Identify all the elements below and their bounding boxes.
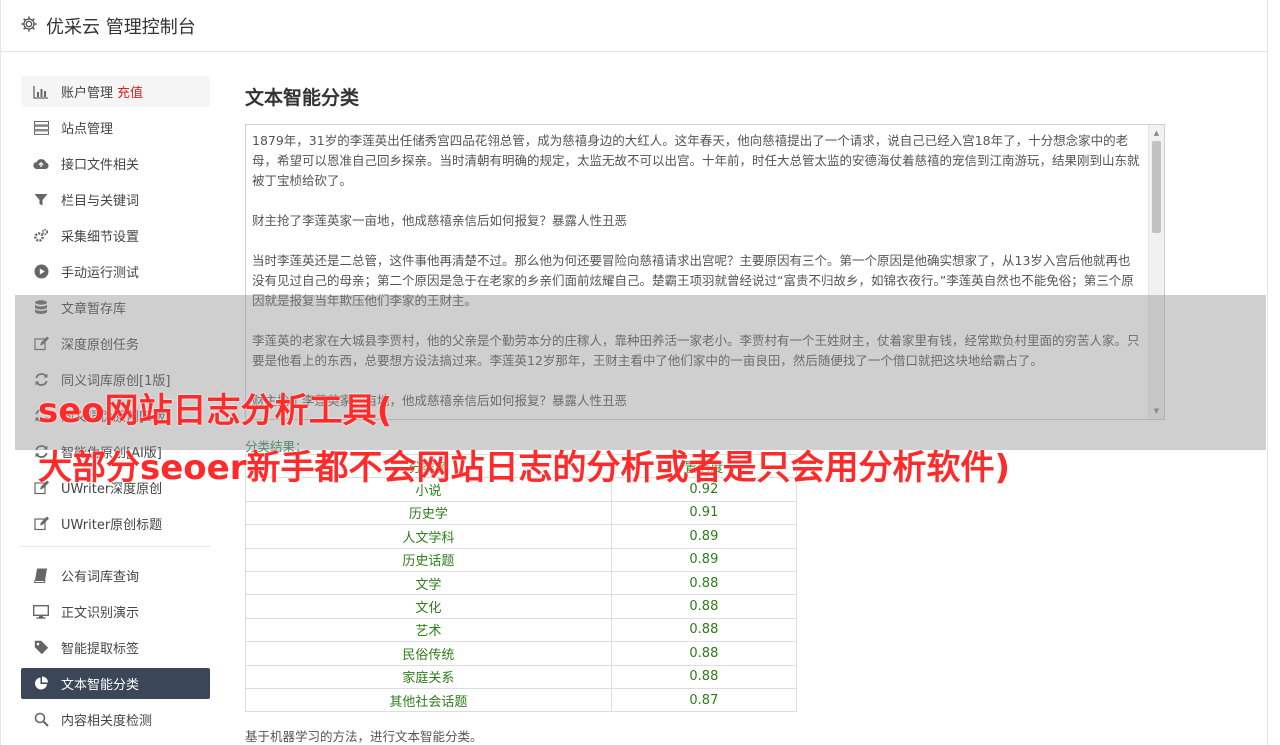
main-content: 文本智能分类 1879年，31岁的李莲英出任储秀宫四品花翎总管，成为慈禧身边的大…: [245, 84, 1165, 744]
sidebar-item-label: 文本智能分类: [61, 678, 140, 693]
sidebar-item-a-1[interactable]: 站点管理: [21, 112, 210, 143]
cloud-upload-icon: [33, 156, 49, 172]
category-cell: 人文学科: [245, 524, 612, 549]
confidence-cell: 0.88: [610, 594, 798, 619]
table-row: 家庭关系 0.88: [245, 664, 798, 689]
confidence-cell: 0.91: [610, 500, 798, 526]
category-cell: 家庭关系: [245, 664, 612, 689]
table-row: 文学 0.88: [245, 570, 798, 596]
table-row: 文化 0.88: [245, 594, 798, 619]
monitor-icon: [33, 604, 49, 620]
edit-icon: [33, 516, 49, 532]
sidebar-item-a-3[interactable]: 栏目与关键词: [21, 184, 210, 215]
app-title: 优采云 管理控制台: [46, 16, 196, 38]
confidence-cell: 0.88: [610, 664, 798, 689]
recharge-link[interactable]: 充值: [117, 82, 143, 101]
sidebar-item-b-1[interactable]: 正文识别演示: [21, 596, 210, 627]
text-paragraph: 财主抢了李莲英家一亩地，他成慈禧亲信后如何报复？暴露人性丑恶: [252, 213, 628, 228]
confidence-cell: 0.89: [610, 524, 798, 549]
table-row: 其他社会话题 0.87: [245, 687, 798, 713]
sidebar-item-a-12[interactable]: UWriter原创标题: [21, 508, 210, 539]
sidebar-item-label: 内容相关度检测: [61, 714, 153, 729]
sidebar-item-label: 账户管理: [61, 86, 114, 101]
sidebar-item-label: 接口文件相关: [61, 158, 140, 173]
search-icon: [33, 712, 49, 728]
left-border: [0, 0, 1, 745]
gears-icon: [33, 228, 49, 244]
sidebar-divider: [21, 546, 210, 547]
category-cell: 民俗传统: [245, 641, 612, 666]
sidebar-item-a-2[interactable]: 接口文件相关: [21, 148, 210, 179]
confidence-cell: 0.89: [610, 547, 798, 572]
sidebar-item-a-0[interactable]: 账户管理 充值: [21, 76, 210, 107]
scroll-up-icon[interactable]: ▲: [1149, 125, 1164, 141]
table-row: 民俗传统 0.88: [245, 641, 798, 666]
sidebar-item-label: 栏目与关键词: [61, 194, 140, 209]
table-row: 历史学 0.91: [245, 500, 798, 526]
watermark-line-1: seo网站日志分析工具(: [38, 391, 393, 431]
category-cell: 文化: [245, 594, 612, 619]
filter-icon: [33, 192, 49, 208]
sidebar-item-b-4[interactable]: 内容相关度检测: [21, 704, 210, 735]
sidebar-item-label: 站点管理: [61, 122, 114, 137]
text-paragraph: 1879年，31岁的李莲英出任储秀宫四品花翎总管，成为慈禧身边的大红人。这年春天…: [252, 133, 1140, 188]
category-cell: 文学: [245, 570, 612, 596]
confidence-cell: 0.88: [610, 617, 798, 643]
sidebar-item-label: 正文识别演示: [61, 606, 140, 621]
tag-icon: [33, 640, 49, 656]
page-title: 文本智能分类: [245, 87, 360, 109]
sidebar-item-a-4[interactable]: 采集细节设置: [21, 220, 210, 251]
description: 基于机器学习的方法，进行文本智能分类。: [245, 729, 483, 744]
confidence-cell: 0.87: [610, 687, 798, 713]
right-border: [1267, 0, 1268, 745]
table-row: 人文学科 0.89: [245, 524, 798, 549]
result-table: 分类名 置信度 小说 0.92 历史学 0.91 人文学科 0.89 历史话题 0.89 文学 0…: [245, 453, 798, 713]
confidence-cell: 0.88: [610, 570, 798, 596]
table-row: 历史话题 0.89: [245, 547, 798, 572]
pie-chart-icon: [33, 676, 49, 692]
play-icon: [33, 264, 49, 280]
gear-icon[interactable]: [20, 15, 38, 37]
confidence-cell: 0.88: [610, 641, 798, 666]
sidebar-item-label: UWriter原创标题: [61, 518, 163, 533]
server-icon: [33, 120, 49, 136]
sidebar-item-a-5[interactable]: 手动运行测试: [21, 256, 210, 287]
bar-chart-icon: [33, 84, 49, 100]
category-cell: 历史学: [245, 500, 612, 526]
table-row: 艺术 0.88: [245, 617, 798, 643]
sidebar-item-b-0[interactable]: 公有词库查询: [21, 560, 210, 591]
scrollbar-thumb[interactable]: [1152, 141, 1161, 233]
category-cell: 艺术: [245, 617, 612, 643]
sidebar-item-label: 公有词库查询: [61, 570, 140, 585]
category-cell: 其他社会话题: [245, 687, 612, 713]
top-bar: 优采云 管理控制台: [0, 0, 1268, 52]
sidebar-item-b-3[interactable]: 文本智能分类: [21, 668, 210, 699]
sidebar-item-b-2[interactable]: 智能提取标签: [21, 632, 210, 663]
category-cell: 历史话题: [245, 547, 612, 572]
watermark-line-2: 大部分seoer新手都不会网站日志的分析或者是只会用分析软件): [38, 448, 1011, 488]
book-icon: [33, 568, 49, 584]
sidebar-item-label: 手动运行测试: [61, 266, 140, 281]
sidebar-item-label: 智能提取标签: [61, 642, 140, 657]
sidebar-item-label: 采集细节设置: [61, 230, 140, 245]
